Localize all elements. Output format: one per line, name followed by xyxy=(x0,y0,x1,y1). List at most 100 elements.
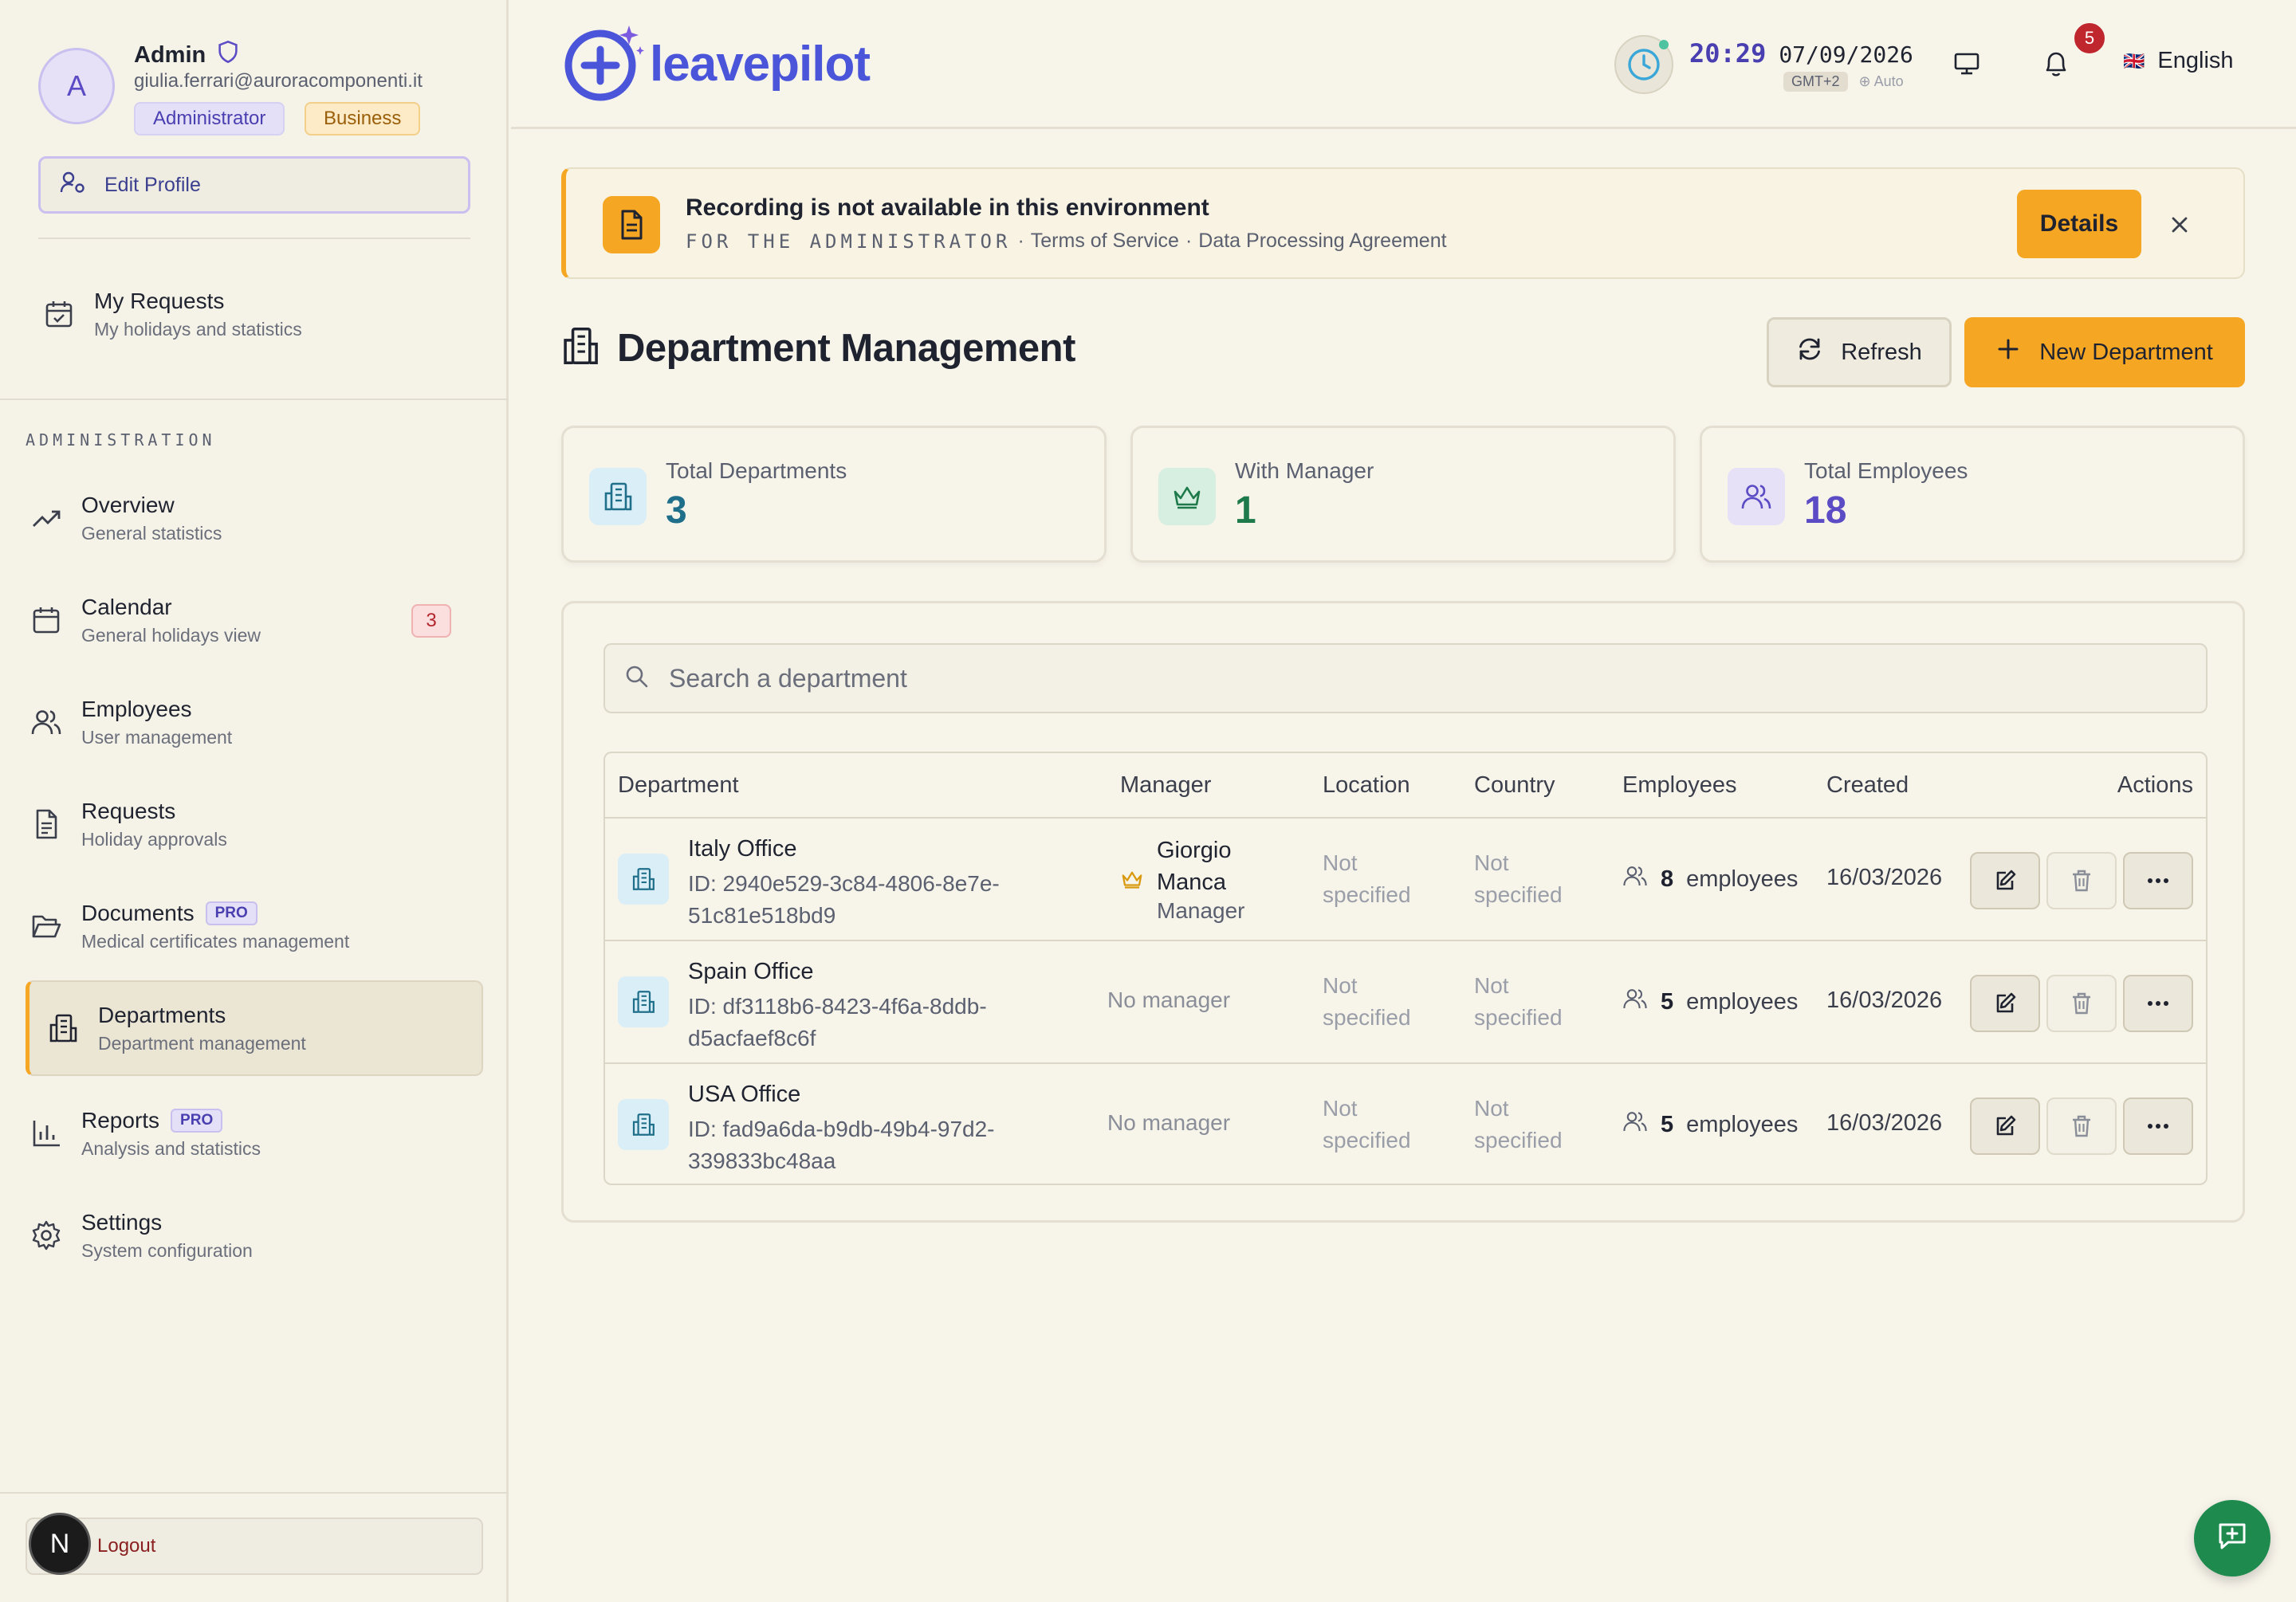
manager-empty: No manager xyxy=(1107,1110,1231,1135)
employees-count: 5 xyxy=(1661,988,1674,1015)
stat-card-with-manager: With Manager 1 xyxy=(1130,426,1676,563)
column-header-department[interactable]: Department xyxy=(618,772,739,799)
trending-up-icon xyxy=(29,501,64,536)
edit-button[interactable] xyxy=(1970,852,2040,909)
building-icon xyxy=(45,1011,81,1046)
more-options-button[interactable] xyxy=(2123,975,2193,1032)
banner-prefix: FOR THE ADMINISTRATOR xyxy=(686,230,1012,253)
sidebar-item-my-requests[interactable]: My Requests My holidays and statistics xyxy=(26,266,483,362)
users-icon xyxy=(1622,863,1648,895)
table-row[interactable]: USA Office ID: fad9a6da-b9db-49b4-97d2-3… xyxy=(605,1064,2206,1184)
refresh-button[interactable]: Refresh xyxy=(1767,317,1952,387)
terms-link[interactable]: Terms of Service xyxy=(1031,230,1179,253)
sidebar-item-employees[interactable]: Employees User management xyxy=(13,674,470,770)
column-header-location[interactable]: Location xyxy=(1323,772,1410,799)
language-label: English xyxy=(2157,48,2234,73)
details-button[interactable]: Details xyxy=(2017,190,2141,258)
sidebar-item-documents[interactable]: Documents PRO Medical certificates manag… xyxy=(13,878,470,974)
department-name: USA Office xyxy=(688,1082,801,1107)
profile-card: A Admin giulia.ferrari@auroracomponenti.… xyxy=(38,40,485,135)
profile-name-row: Admin xyxy=(134,40,239,70)
manager-name: Giorgio Manca xyxy=(1157,838,1232,895)
edit-profile-button[interactable]: Edit Profile xyxy=(38,156,470,214)
table-row[interactable]: Italy Office ID: 2940e529-3c84-4806-8e7e… xyxy=(605,819,2206,941)
country-cell: Not specified xyxy=(1474,850,1563,907)
users-icon xyxy=(1728,468,1785,525)
logo-text: leavepilot xyxy=(650,37,871,92)
plus-icon xyxy=(1996,337,2020,367)
employees-cell: 5 employees xyxy=(1622,986,1798,1018)
table-row[interactable]: Spain Office ID: df3118b6-8423-4f6a-8ddb… xyxy=(605,941,2206,1064)
sidebar-item-reports[interactable]: Reports PRO Analysis and statistics xyxy=(13,1086,470,1181)
employees-cell: 5 employees xyxy=(1622,1109,1798,1141)
delete-button[interactable] xyxy=(2046,975,2117,1032)
country-cell: Not specified xyxy=(1474,1096,1563,1152)
divider xyxy=(0,399,509,400)
divider xyxy=(38,238,470,239)
building-icon xyxy=(589,468,647,525)
message-plus-icon xyxy=(2215,1520,2249,1557)
sidebar-item-settings[interactable]: Settings System configuration xyxy=(13,1188,470,1283)
building-icon xyxy=(618,976,669,1027)
sidebar-item-requests[interactable]: Requests Holiday approvals xyxy=(13,776,470,872)
page-title-row: Department Management xyxy=(561,325,1075,371)
avatar[interactable]: A xyxy=(38,48,115,124)
column-header-country[interactable]: Country xyxy=(1474,772,1555,799)
sidebar-item-departments[interactable]: Departments Department management xyxy=(26,980,483,1076)
table-header: Department Manager Location Country Empl… xyxy=(605,753,2206,819)
search-bar[interactable] xyxy=(603,643,2208,713)
clock-icon xyxy=(1614,35,1673,94)
sidebar-item-title-row: Documents PRO xyxy=(81,901,349,926)
departments-table: Department Manager Location Country Empl… xyxy=(603,752,2208,1185)
column-header-actions: Actions xyxy=(2117,772,2193,798)
refresh-icon xyxy=(1796,336,1823,369)
logout-button[interactable]: Logout xyxy=(26,1518,483,1575)
user-settings-icon xyxy=(60,171,87,200)
chat-button[interactable] xyxy=(2194,1500,2270,1576)
location-cell: Not specified xyxy=(1323,1096,1411,1152)
stat-label: Total Employees xyxy=(1804,458,1968,483)
language-selector[interactable]: 🇬🇧 English xyxy=(2123,48,2234,74)
banner-title: Recording is not available in this envir… xyxy=(686,194,1209,221)
sidebar-item-sublabel: General statistics xyxy=(81,522,222,544)
stat-value: 3 xyxy=(666,489,687,532)
employees-count: 5 xyxy=(1661,1111,1674,1137)
sidebar-item-calendar[interactable]: Calendar General holidays view 3 xyxy=(13,572,470,668)
sidebar-item-overview[interactable]: Overview General statistics xyxy=(13,470,470,566)
users-icon xyxy=(1622,986,1648,1018)
sidebar-item-sublabel: Holiday approvals xyxy=(81,828,227,850)
edit-button[interactable] xyxy=(1970,1097,2040,1155)
bell-icon[interactable] xyxy=(2037,45,2075,83)
sidebar-item-label: Departments xyxy=(98,1002,226,1027)
next-logo[interactable]: N xyxy=(29,1513,91,1575)
new-department-label: New Department xyxy=(2039,339,2213,365)
edit-profile-label: Edit Profile xyxy=(104,173,201,196)
column-header-employees[interactable]: Employees xyxy=(1622,772,1736,799)
app-logo[interactable]: leavepilot xyxy=(562,22,871,106)
sidebar-item-label: Overview xyxy=(81,492,175,517)
building-icon xyxy=(618,854,669,905)
column-header-manager[interactable]: Manager xyxy=(1120,772,1211,799)
new-department-button[interactable]: New Department xyxy=(1964,317,2245,387)
sidebar-item-sublabel: My holidays and statistics xyxy=(94,318,302,340)
search-input[interactable] xyxy=(669,663,2206,693)
calendar-check-icon xyxy=(41,296,77,332)
stat-value: 18 xyxy=(1804,489,1847,532)
sidebar-item-label: Documents xyxy=(81,900,195,925)
more-options-button[interactable] xyxy=(2123,1097,2193,1155)
clock-widget[interactable]: 20:29 07/09/2026 GMT+2 ⊕ Auto xyxy=(1614,35,1913,94)
timezone-mode: ⊕ Auto xyxy=(1858,73,1904,89)
manager-empty: No manager xyxy=(1107,988,1231,1012)
employees-cell: 8 employees xyxy=(1622,863,1798,895)
close-icon[interactable] xyxy=(2160,206,2199,244)
banner-separator: · xyxy=(1185,230,1193,252)
timezone-badge: GMT+2 xyxy=(1783,71,1848,92)
column-header-created[interactable]: Created xyxy=(1826,772,1909,799)
delete-button[interactable] xyxy=(2046,1097,2117,1155)
delete-button[interactable] xyxy=(2046,852,2117,909)
more-options-button[interactable] xyxy=(2123,852,2193,909)
monitor-icon[interactable] xyxy=(1948,45,1986,83)
dpa-link[interactable]: Data Processing Agreement xyxy=(1198,230,1446,253)
edit-button[interactable] xyxy=(1970,975,2040,1032)
stat-card-total-employees: Total Employees 18 xyxy=(1700,426,2245,563)
